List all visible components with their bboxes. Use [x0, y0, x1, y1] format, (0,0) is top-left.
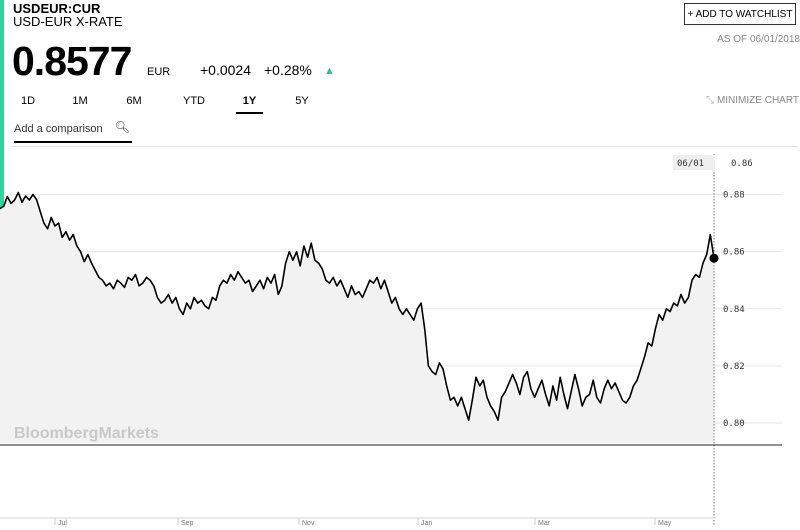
- minimize-chart-button[interactable]: ⤡ MINIMIZE CHART: [706, 95, 799, 106]
- x-tick-label: Mar: [538, 520, 551, 527]
- price-area: [0, 192, 714, 443]
- tooltip-date: 06/01: [677, 159, 704, 169]
- up-arrow-icon: ▲: [324, 65, 335, 77]
- last-price-dot: [709, 253, 719, 263]
- tab-6m[interactable]: 6M: [118, 95, 150, 112]
- comparison-placeholder: Add a comparison: [14, 123, 103, 135]
- minimize-icon: ⤡: [705, 95, 714, 106]
- price-currency: EUR: [147, 66, 171, 78]
- x-tick-label: Nov: [302, 520, 315, 527]
- x-tick-label: Jul: [58, 520, 67, 527]
- minimize-chart-label: MINIMIZE CHART: [716, 95, 799, 106]
- y-tick-label: 0.80: [723, 419, 745, 429]
- last-price: 0.8577: [12, 38, 132, 84]
- as-of-date: AS OF 06/01/2018: [717, 34, 800, 45]
- x-axis-labels: Jul Sep Nov Jan Mar May: [54, 518, 672, 527]
- x-tick-label: Sep: [181, 520, 194, 527]
- price-chart: BloombergMarkets 06/01 0.86 0.88 0.86 0.84…: [0, 154, 782, 527]
- tab-1m[interactable]: 1M: [64, 95, 96, 112]
- tab-1y[interactable]: 1Y: [236, 95, 263, 114]
- y-tick-label: 0.84: [723, 305, 745, 315]
- instrument-name: USD-EUR X-RATE: [13, 14, 123, 29]
- y-tick-label: 0.82: [723, 362, 745, 372]
- price-change: +0.0024: [200, 62, 251, 78]
- y-axis-labels: 0.88 0.86 0.84 0.82 0.80: [723, 191, 745, 429]
- watermark: BloombergMarkets: [14, 425, 159, 442]
- comparison-input[interactable]: Add a comparison 🔍︎: [14, 117, 132, 143]
- tab-5y[interactable]: 5Y: [286, 95, 318, 112]
- y-tick-label: 0.88: [723, 191, 745, 201]
- x-tick-label: May: [658, 520, 672, 527]
- x-tick-label: Jan: [421, 520, 432, 527]
- add-to-watchlist-button[interactable]: + ADD TO WATCHLIST: [684, 3, 796, 25]
- tab-1d[interactable]: 1D: [12, 95, 44, 112]
- search-icon[interactable]: 🔍︎: [115, 120, 130, 134]
- y-tick-label: 0.86: [723, 248, 745, 258]
- price-change-percent: +0.28%: [264, 62, 312, 78]
- tab-ytd[interactable]: YTD: [176, 95, 212, 112]
- tooltip-value: 0.86: [731, 159, 753, 169]
